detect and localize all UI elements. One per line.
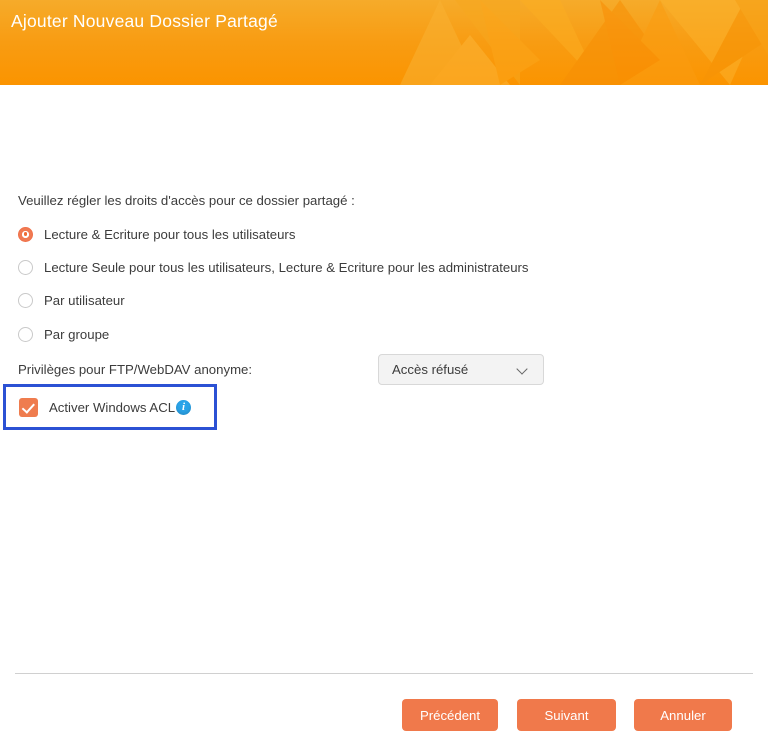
anonymous-privileges-select[interactable]: Accès réfusé	[378, 354, 544, 385]
dialog-header: Ajouter Nouveau Dossier Partagé	[0, 0, 768, 85]
windows-acl-checkbox-row[interactable]: Activer Windows ACL i	[19, 396, 192, 418]
radio-icon[interactable]	[18, 292, 33, 308]
footer-button-bar: Précédent Suivant Annuler	[0, 699, 768, 732]
anonymous-privileges-label: Privilèges pour FTP/WebDAV anonyme:	[18, 362, 253, 377]
select-value: Accès réfusé	[392, 362, 469, 377]
dialog-body: Veuillez régler les droits d'accès pour …	[0, 85, 768, 731]
dialog-title: Ajouter Nouveau Dossier Partagé	[11, 11, 278, 31]
windows-acl-label: Activer Windows ACL	[49, 399, 176, 415]
radio-option-by-group[interactable]: Par groupe	[18, 324, 109, 344]
radio-option-read-write-all[interactable]: Lecture & Ecriture pour tous les utilisa…	[18, 224, 295, 244]
next-button[interactable]: Suivant	[517, 699, 616, 731]
footer-divider	[15, 673, 753, 674]
chevron-down-icon[interactable]	[518, 364, 529, 375]
radio-icon[interactable]	[18, 259, 33, 275]
previous-button[interactable]: Précédent	[402, 699, 498, 731]
radio-option-by-user[interactable]: Par utilisateur	[18, 290, 125, 310]
radio-icon[interactable]	[18, 326, 33, 342]
radio-label: Lecture Seule pour tous les utilisateurs…	[44, 259, 529, 275]
radio-label: Par groupe	[44, 326, 110, 342]
instruction-text: Veuillez régler les droits d'accès pour …	[18, 193, 355, 208]
radio-option-read-only-all[interactable]: Lecture Seule pour tous les utilisateurs…	[18, 257, 529, 277]
info-icon-glyph: i	[182, 400, 186, 413]
radio-label: Par utilisateur	[44, 292, 125, 308]
info-icon[interactable]: i	[176, 399, 192, 415]
checkbox-icon-checked[interactable]	[19, 397, 38, 417]
radio-label: Lecture & Ecriture pour tous les utilisa…	[44, 226, 296, 242]
radio-icon-selected[interactable]	[18, 226, 33, 242]
cancel-button[interactable]: Annuler	[634, 699, 732, 731]
